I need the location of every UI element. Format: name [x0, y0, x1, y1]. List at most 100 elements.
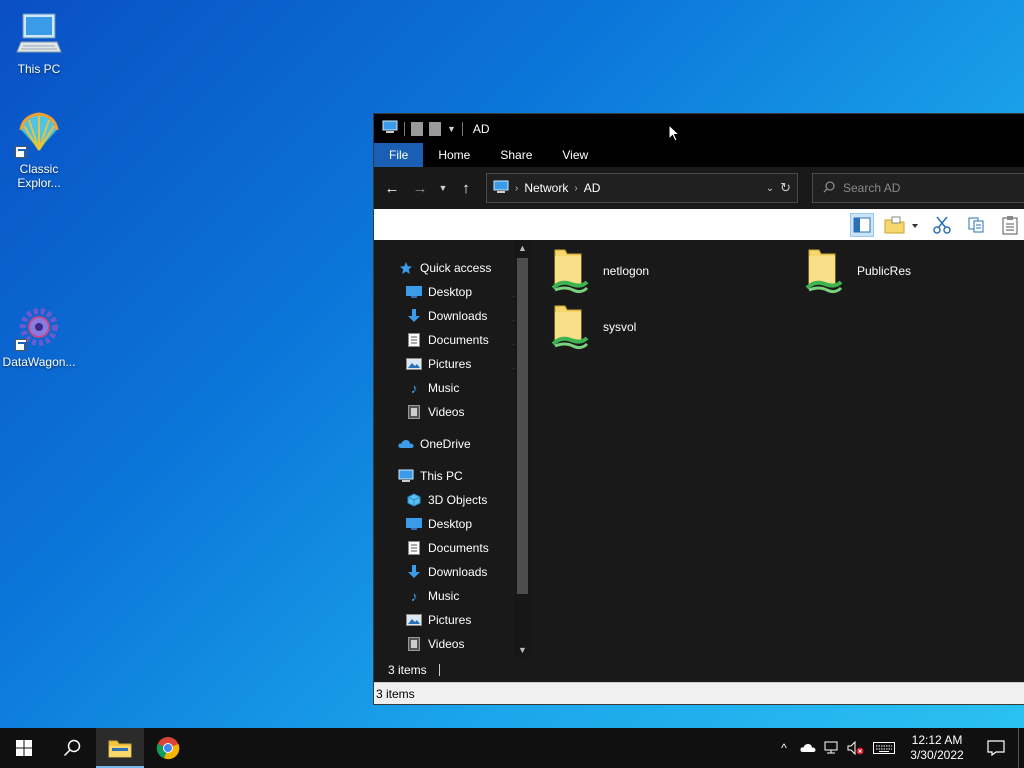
nav-pc-downloads[interactable]: Downloads: [374, 560, 531, 584]
separator: [404, 121, 405, 136]
desktop-icon-label: This PC: [17, 62, 61, 76]
forward-arrow-icon[interactable]: →: [408, 176, 432, 200]
nav-pc-pictures[interactable]: Pictures: [374, 608, 531, 632]
taskbar-chrome[interactable]: [144, 728, 192, 768]
breadcrumb-ad[interactable]: AD: [584, 181, 601, 195]
nav-quick-desktop[interactable]: Desktop 📌: [374, 280, 531, 304]
content-area: Quick access Desktop 📌 Downloads 📌 Docum…: [374, 240, 1024, 658]
divider: [438, 664, 440, 676]
nav-label: OneDrive: [420, 437, 471, 451]
nav-quick-pictures[interactable]: Pictures 📌: [374, 352, 531, 376]
copy-icon[interactable]: [964, 213, 988, 237]
cloud-icon[interactable]: [796, 728, 820, 768]
command-toolbar: [374, 209, 1024, 240]
notification-icon: [987, 740, 1005, 756]
star-icon: [398, 260, 414, 276]
search-box[interactable]: Search AD: [812, 173, 1024, 203]
tab-home[interactable]: Home: [423, 143, 485, 167]
chrome-icon: [156, 737, 180, 760]
refresh-icon[interactable]: ↻: [780, 180, 791, 196]
shared-folder-icon: [805, 246, 843, 297]
download-arrow-icon: [406, 564, 422, 580]
nav-quick-documents[interactable]: Documents 📌: [374, 328, 531, 352]
film-icon: [406, 636, 422, 652]
nav-quick-downloads[interactable]: Downloads 📌: [374, 304, 531, 328]
tab-file[interactable]: File: [374, 143, 424, 167]
file-name: PublicRes: [857, 264, 912, 278]
breadcrumb-network[interactable]: Network: [524, 181, 568, 195]
new-folder-icon[interactable]: [429, 121, 441, 136]
desktop-icon-label: DataWagon...: [2, 355, 76, 369]
tab-share[interactable]: Share: [485, 143, 547, 167]
desktop-icon: [406, 516, 422, 532]
desktop-icon-this-pc[interactable]: This PC: [1, 10, 77, 76]
volume-muted-icon[interactable]: [844, 728, 868, 768]
start-button[interactable]: [0, 728, 48, 768]
details-status-bar: 3 items: [374, 682, 1024, 704]
nav-label: Downloads: [428, 565, 488, 579]
nav-pc-videos[interactable]: Videos: [374, 632, 531, 656]
taskbar-file-explorer[interactable]: [96, 728, 144, 768]
network-icon[interactable]: [820, 728, 844, 768]
up-arrow-icon[interactable]: ↑: [454, 176, 478, 200]
search-button[interactable]: [48, 728, 96, 768]
desktop-icon-datawagon[interactable]: DataWagon...: [1, 303, 77, 369]
nav-pc-music[interactable]: ♪ Music: [374, 584, 531, 608]
ribbon-tabs: File Home Share View: [374, 143, 1024, 167]
clock-time: 12:12 AM: [911, 733, 963, 747]
cut-icon[interactable]: [930, 213, 954, 237]
file-item-sysvol[interactable]: sysvol: [551, 302, 636, 353]
window-title: AD: [472, 121, 490, 136]
nav-onedrive[interactable]: OneDrive: [374, 432, 531, 456]
file-item-publicres[interactable]: PublicRes: [805, 246, 911, 297]
clock[interactable]: 12:12 AM 3/30/2022: [900, 733, 974, 763]
title-bar[interactable]: ▼ AD: [374, 114, 1024, 143]
search-icon: [823, 180, 835, 196]
chevron-right-icon[interactable]: ›: [574, 183, 577, 194]
nav-pc-desktop[interactable]: Desktop: [374, 512, 531, 536]
scroll-down-icon[interactable]: ▼: [514, 642, 531, 658]
nav-quick-access[interactable]: Quick access: [374, 256, 531, 280]
desktop-icon-label: Classic Explor...: [17, 162, 61, 190]
nav-pc-documents[interactable]: Documents: [374, 536, 531, 560]
nav-scrollbar[interactable]: ▲ ▼: [514, 240, 531, 658]
status-bar: 3 items: [374, 658, 1024, 682]
address-bar[interactable]: › Network › AD ⌄ ↻: [486, 173, 798, 203]
cube-icon: [406, 492, 422, 508]
file-item-netlogon[interactable]: netlogon: [551, 246, 649, 297]
back-arrow-icon[interactable]: ←: [380, 176, 404, 200]
paste-icon[interactable]: [998, 213, 1022, 237]
navigation-pane-icon[interactable]: [850, 212, 874, 237]
notification-center-button[interactable]: [974, 728, 1018, 768]
music-note-icon: ♪: [410, 380, 418, 396]
nav-label: Music: [428, 381, 460, 395]
desktop-icon-classic-explorer[interactable]: Classic Explor...: [1, 110, 77, 190]
shortcut-arrow-icon: [15, 146, 27, 158]
folder-icon: [108, 740, 132, 758]
keyboard-icon[interactable]: [868, 728, 900, 768]
nav-label: Desktop: [428, 517, 473, 531]
nav-label: Documents: [428, 541, 489, 555]
nav-quick-music[interactable]: ♪ Music: [374, 376, 531, 400]
nav-this-pc[interactable]: This PC: [374, 464, 531, 488]
file-list: netlogon PublicRes sysvol: [531, 240, 1024, 658]
chevron-right-icon[interactable]: ›: [515, 183, 518, 194]
scroll-thumb[interactable]: [517, 258, 528, 594]
properties-icon[interactable]: [411, 121, 423, 136]
gear-icon: [15, 303, 63, 351]
new-folder-icon[interactable]: [884, 213, 920, 237]
recent-locations-chevron-icon[interactable]: ▼: [436, 176, 450, 200]
taskbar: ^ 12:12 AM 3/30/2022: [0, 728, 1024, 768]
picture-icon: [406, 612, 422, 628]
chevron-down-icon[interactable]: ▼: [447, 124, 456, 134]
mouse-cursor-icon: [668, 123, 681, 145]
nav-quick-videos[interactable]: Videos: [374, 400, 531, 424]
scroll-up-icon[interactable]: ▲: [514, 240, 531, 256]
shared-folder-icon: [551, 302, 589, 353]
chevron-down-icon[interactable]: ⌄: [766, 183, 774, 194]
nav-pc-3d-objects[interactable]: 3D Objects: [374, 488, 531, 512]
show-desktop-button[interactable]: [1018, 728, 1024, 768]
cloud-icon: [398, 436, 414, 452]
chevron-up-icon[interactable]: ^: [772, 728, 796, 768]
tab-view[interactable]: View: [547, 143, 603, 167]
